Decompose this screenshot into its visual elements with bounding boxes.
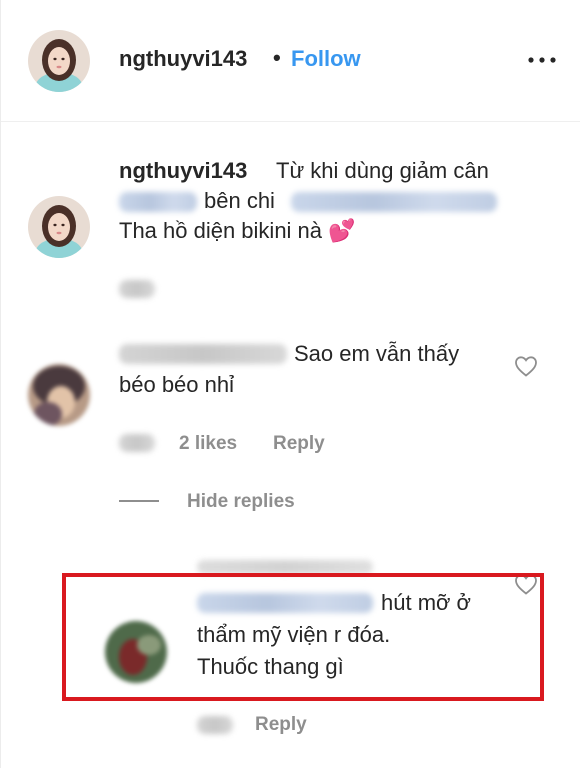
blurred-timestamp <box>119 280 155 298</box>
header-username[interactable]: ngthuyvi143 <box>119 46 247 72</box>
replies-divider <box>119 500 159 502</box>
post-header: ngthuyvi143 • Follow <box>1 0 580 122</box>
avatar[interactable] <box>28 30 90 92</box>
red-highlight-box <box>62 573 544 701</box>
caption-avatar[interactable] <box>28 196 90 258</box>
reply-reply-button[interactable]: Reply <box>255 714 307 736</box>
heart-outline-icon[interactable] <box>514 355 538 377</box>
comment-text-line1: Sao em vẫn thấy <box>294 341 460 366</box>
instagram-comments-panel: ngthuyvi143 • Follow ngthuyvi143 Từ khi … <box>0 0 580 768</box>
comment-reply-button[interactable]: Reply <box>273 433 325 455</box>
caption-text-line3: Tha hồ diện bikini nà 💕 <box>119 218 356 243</box>
hide-replies-button[interactable]: Hide replies <box>187 491 295 513</box>
follow-button[interactable]: Follow <box>291 46 361 72</box>
more-options-icon[interactable] <box>527 50 557 70</box>
separator-dot: • <box>273 45 281 70</box>
blurred-timestamp <box>119 434 155 452</box>
blurred-replier-username <box>197 560 373 574</box>
caption-username[interactable]: ngthuyvi143 <box>119 158 247 184</box>
comment-likes-count[interactable]: 2 likes <box>179 433 237 455</box>
blurred-commenter-username <box>119 344 287 364</box>
blurred-mention <box>291 192 497 212</box>
caption-text-line1: Từ khi dùng giảm cân <box>276 158 489 183</box>
commenter-avatar[interactable] <box>28 364 90 426</box>
blurred-mention <box>119 192 197 212</box>
comment-text-line2: béo béo nhỉ <box>119 372 234 397</box>
blurred-timestamp <box>197 716 233 734</box>
caption-text-line2: bên chi <box>204 188 275 213</box>
